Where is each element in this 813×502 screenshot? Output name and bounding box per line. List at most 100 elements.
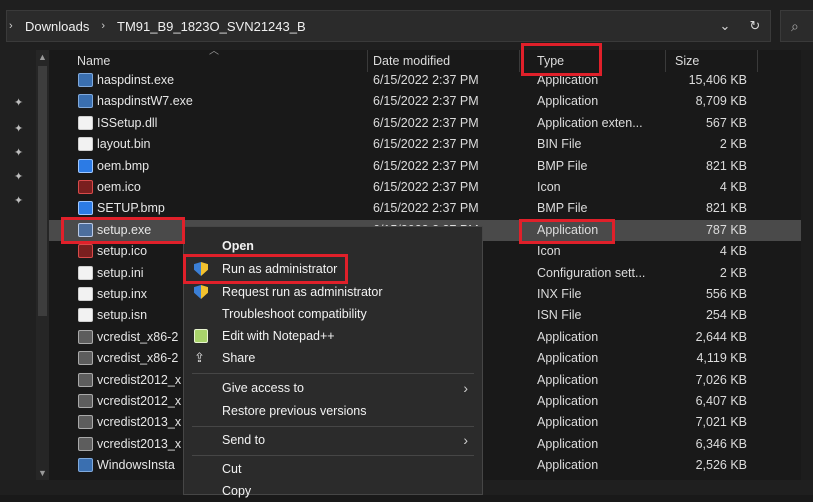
file-type: Application bbox=[537, 351, 599, 366]
scroll-down-icon[interactable]: ▼ bbox=[36, 468, 49, 478]
file-size: 821 KB bbox=[705, 201, 747, 216]
vc-icon bbox=[78, 394, 93, 408]
breadcrumb-downloads[interactable]: Downloads bbox=[25, 19, 89, 34]
app-icon bbox=[78, 458, 93, 473]
breadcrumb-separator-icon: › bbox=[101, 20, 105, 32]
menu-item-troubleshoot-compatibility[interactable]: Troubleshoot compatibility bbox=[184, 303, 482, 325]
address-bar[interactable]: › Downloads › TM91_B9_1823O_SVN21243_B ⌄… bbox=[6, 10, 771, 42]
pin-icon: ✦ bbox=[14, 171, 24, 183]
pin-icon: ✦ bbox=[14, 195, 24, 207]
file-size: 567 KB bbox=[705, 115, 747, 130]
menu-item-edit-with-notepadpp[interactable]: Edit with Notepad++ bbox=[184, 325, 482, 347]
title-bar: › Downloads › TM91_B9_1823O_SVN21243_B ⌄… bbox=[0, 0, 813, 50]
breadcrumb-current-folder[interactable]: TM91_B9_1823O_SVN21243_B bbox=[117, 19, 306, 34]
menu-item-label: Cut bbox=[222, 462, 242, 476]
file-name: haspdinst.exe bbox=[97, 73, 175, 87]
file-type: Application bbox=[537, 458, 599, 473]
file-type: Application bbox=[537, 329, 599, 344]
menu-item-copy[interactable]: Copy bbox=[184, 480, 482, 502]
file-row[interactable]: haspdinst.exe 6/15/2022 2:37 PM Applicatio… bbox=[49, 70, 801, 91]
navigation-pane: ✦ ✦ ✦ ✦ ✦ bbox=[0, 50, 36, 495]
file-icon bbox=[78, 287, 93, 301]
column-header-size[interactable]: Size bbox=[675, 50, 699, 72]
address-history-dropdown-icon[interactable]: ⌄ bbox=[710, 11, 740, 41]
file-date-modified: 6/15/2022 2:37 PM bbox=[373, 180, 479, 194]
file-name: ISSetup.dll bbox=[97, 115, 158, 130]
menu-item-give-access-to[interactable]: Give access to › bbox=[184, 377, 482, 399]
file-size: 2,526 KB bbox=[695, 458, 747, 473]
file-row[interactable]: SETUP.bmp 6/15/2022 2:37 PM BMP File 821 KB bbox=[49, 198, 801, 219]
scrollbar-thumb[interactable] bbox=[38, 66, 47, 316]
setup-icon bbox=[78, 222, 93, 237]
menu-item-send-to[interactable]: Send to › bbox=[184, 429, 482, 451]
menu-item-restore-previous-versions[interactable]: Restore previous versions bbox=[184, 400, 482, 422]
file-type: Application bbox=[537, 394, 599, 408]
file-row[interactable]: oem.bmp 6/15/2022 2:37 PM BMP File 821 KB bbox=[49, 156, 801, 177]
menu-item-label: Restore previous versions bbox=[222, 404, 367, 418]
bmp-icon bbox=[78, 201, 93, 216]
menu-separator bbox=[192, 373, 474, 374]
file-type: Application bbox=[537, 222, 599, 237]
app-icon bbox=[78, 94, 93, 109]
menu-separator bbox=[192, 455, 474, 456]
file-type: ISN File bbox=[537, 308, 582, 323]
column-divider[interactable] bbox=[519, 50, 520, 72]
pin-icon: ✦ bbox=[14, 147, 24, 159]
column-header-type[interactable]: Type bbox=[537, 50, 564, 72]
file-date-modified: 6/15/2022 2:37 PM bbox=[373, 115, 479, 130]
menu-item-label: Copy bbox=[222, 484, 252, 498]
file-row[interactable]: oem.ico 6/15/2022 2:37 PM Icon 4 KB bbox=[49, 177, 801, 198]
ico-icon bbox=[78, 180, 93, 194]
column-header-name[interactable]: Name bbox=[77, 50, 110, 72]
file-row[interactable]: layout.bin 6/15/2022 2:37 PM BIN File 2 KB bbox=[49, 134, 801, 155]
column-divider[interactable] bbox=[367, 50, 368, 72]
refresh-icon[interactable]: ↻ bbox=[740, 11, 770, 41]
file-row[interactable]: ISSetup.dll 6/15/2022 2:37 PM Application … bbox=[49, 113, 801, 134]
file-icon bbox=[78, 308, 93, 323]
column-header-date[interactable]: Date modified bbox=[373, 50, 450, 72]
context-menu: Open Run as administrator Request run as… bbox=[183, 226, 483, 498]
file-size: 4 KB bbox=[719, 244, 747, 259]
uac-shield-icon bbox=[194, 285, 208, 299]
file-size: 7,021 KB bbox=[695, 415, 747, 430]
vertical-scrollbar[interactable]: ▲ ▼ bbox=[36, 50, 49, 480]
menu-item-label: Troubleshoot compatibility bbox=[222, 307, 367, 321]
menu-item-open[interactable]: Open bbox=[184, 235, 482, 257]
file-size: 15,406 KB bbox=[688, 73, 747, 87]
file-name: layout.bin bbox=[97, 137, 151, 152]
share-icon: ⇪ bbox=[194, 350, 205, 365]
column-divider[interactable] bbox=[665, 50, 666, 72]
menu-item-label: Edit with Notepad++ bbox=[222, 329, 335, 343]
vc-icon bbox=[78, 415, 93, 430]
scroll-up-icon[interactable]: ▲ bbox=[36, 52, 49, 62]
file-date-modified: 6/15/2022 2:37 PM bbox=[373, 137, 479, 152]
menu-item-run-as-administrator[interactable]: Run as administrator bbox=[184, 258, 482, 280]
file-row[interactable]: haspdinstW7.exe 6/15/2022 2:37 PM Applicat… bbox=[49, 91, 801, 112]
file-type: Configuration sett... bbox=[537, 265, 646, 280]
menu-item-share[interactable]: ⇪ Share bbox=[184, 347, 482, 369]
file-size: 2 KB bbox=[719, 137, 747, 152]
address-chevron-icon: › bbox=[9, 20, 13, 32]
file-size: 254 KB bbox=[705, 308, 747, 323]
file-name: oem.ico bbox=[97, 180, 141, 194]
column-divider[interactable] bbox=[757, 50, 758, 72]
file-type: Icon bbox=[537, 180, 561, 194]
file-type: INX File bbox=[537, 287, 582, 301]
vc-icon bbox=[78, 351, 93, 366]
file-size: 7,026 KB bbox=[695, 372, 747, 387]
menu-item-request-run-as-administrator[interactable]: Request run as administrator bbox=[184, 281, 482, 303]
pin-icon: ✦ bbox=[14, 123, 24, 135]
search-icon[interactable]: ⌕ bbox=[780, 10, 813, 42]
file-size: 787 KB bbox=[705, 222, 747, 237]
file-type: Application bbox=[537, 436, 599, 451]
file-type: Icon bbox=[537, 244, 561, 259]
notepadpp-icon bbox=[194, 329, 208, 343]
window-edge bbox=[801, 50, 813, 495]
menu-item-label: Run as administrator bbox=[222, 262, 338, 276]
menu-item-label: Open bbox=[222, 239, 254, 253]
file-size: 8,709 KB bbox=[695, 94, 747, 109]
menu-item-cut[interactable]: Cut bbox=[184, 458, 482, 480]
ico-icon bbox=[78, 244, 93, 259]
uac-shield-icon bbox=[194, 262, 208, 276]
file-name: haspdinstW7.exe bbox=[97, 94, 193, 109]
